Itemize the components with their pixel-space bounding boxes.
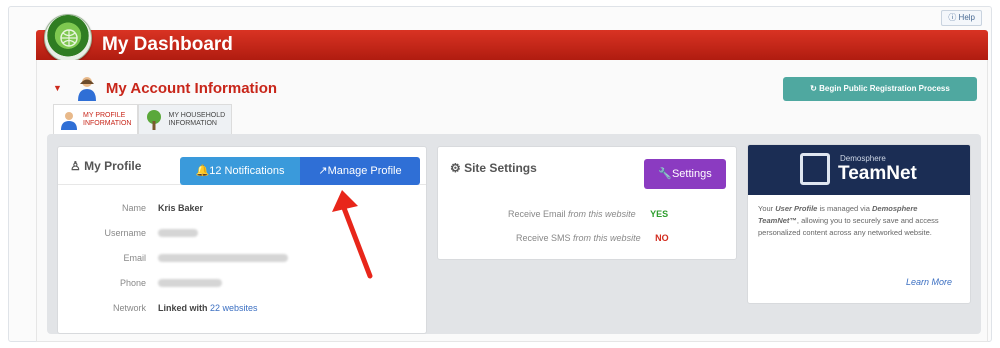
dashboard-content: ▼ My Account Information ↻ Begin Public …	[36, 60, 988, 342]
panel-area: ♙ My Profile 🔔12 Notifications ↗Manage P…	[47, 134, 981, 334]
tn-em: User Profile	[775, 204, 818, 213]
user-avatar-icon	[76, 75, 98, 101]
notifications-button[interactable]: 🔔12 Notifications	[180, 157, 300, 185]
row-label: Email	[123, 252, 146, 263]
settings-card-title-text: Site Settings	[464, 161, 537, 175]
wrench-icon: 🔧	[658, 168, 672, 180]
profile-card-title-text: My Profile	[84, 159, 142, 173]
begin-registration-button[interactable]: ↻ Begin Public Registration Process	[783, 77, 977, 101]
row-label: Name	[121, 202, 146, 213]
red-pointer-arrow-icon	[332, 190, 373, 279]
teamnet-logo-icon	[800, 153, 830, 185]
network-prefix: Linked with	[158, 302, 208, 313]
tn-text: Your	[758, 204, 774, 213]
account-tabs: MY PROFILE INFORMATION MY HOUSEHOLD INFO…	[53, 104, 233, 134]
setting-suffix: from this website	[573, 233, 641, 243]
site-settings-card: ⚙ Site Settings 🔧Settings Receive Email …	[437, 146, 737, 260]
household-tree-icon	[145, 109, 163, 130]
row-value: Linked with 22 websites	[158, 303, 258, 313]
help-label: Help	[958, 13, 975, 22]
page-title: My Dashboard	[102, 34, 233, 55]
manage-profile-label: Manage Profile	[327, 165, 402, 177]
globe-logo-icon	[44, 14, 92, 62]
arrow-right-icon: ↻	[810, 84, 820, 93]
profile-card-title: ♙ My Profile	[70, 159, 141, 173]
notifications-label: 12 Notifications	[209, 165, 285, 177]
setting-value-no: NO	[655, 233, 669, 243]
person-icon: ♙	[70, 159, 85, 173]
teamnet-card: Demosphere TeamNet Your User Profile is …	[747, 144, 971, 304]
profile-person-icon	[60, 110, 78, 130]
setting-label: Receive SMS	[516, 233, 571, 243]
manage-profile-button[interactable]: ↗Manage Profile	[300, 157, 420, 185]
collapse-caret-icon[interactable]: ▼	[53, 83, 62, 93]
gear-icon: ⚙	[450, 161, 465, 175]
help-button[interactable]: ⓘ Help	[941, 10, 982, 26]
teamnet-brand-big: TeamNet	[838, 163, 917, 184]
setting-label: Receive Email	[508, 209, 566, 219]
tab-my-profile[interactable]: MY PROFILE INFORMATION	[53, 104, 139, 134]
row-label: Network	[112, 302, 146, 313]
profile-row-network: Network Linked with 22 websites	[58, 295, 426, 320]
row-label: Phone	[119, 277, 146, 288]
tab-label-line2: INFORMATION	[168, 119, 217, 127]
tab-label-line1: MY PROFILE	[83, 111, 126, 119]
teamnet-description: Your User Profile is managed via Demosph…	[758, 203, 958, 239]
linked-websites-link[interactable]: 22 websites	[210, 303, 258, 313]
setting-value-yes: YES	[650, 209, 669, 219]
tab-my-household[interactable]: MY HOUSEHOLD INFORMATION	[138, 104, 233, 134]
tab-label-line2: INFORMATION	[83, 119, 132, 127]
external-link-icon: ↗	[318, 165, 328, 177]
teamnet-brand-small: Demosphere	[840, 154, 886, 163]
bell-icon: 🔔	[195, 165, 210, 177]
register-label: Begin Public Registration Process	[819, 84, 950, 93]
setting-suffix: from this website	[568, 209, 636, 219]
account-section-header[interactable]: ▼ My Account Information	[53, 75, 277, 101]
help-icon: ⓘ	[948, 13, 957, 22]
dashboard-header-bar: My Dashboard	[36, 30, 988, 60]
redacted-value	[158, 278, 222, 287]
row-label: Username	[104, 227, 146, 238]
learn-more-link[interactable]: Learn More	[906, 277, 952, 287]
settings-card-title: ⚙ Site Settings	[450, 161, 537, 175]
row-value: Kris Baker	[158, 202, 204, 213]
settings-label: Settings	[671, 168, 712, 180]
redacted-value	[158, 253, 288, 262]
tab-label-line1: MY HOUSEHOLD	[168, 111, 226, 119]
redacted-value	[158, 228, 198, 237]
tn-text: is managed via	[819, 204, 870, 213]
setting-row-email: Receive Email from this website YES	[508, 209, 668, 219]
settings-button[interactable]: 🔧Settings	[644, 159, 726, 189]
account-title: My Account Information	[105, 79, 278, 97]
teamnet-header: Demosphere TeamNet	[748, 145, 970, 195]
setting-row-sms: Receive SMS from this website NO	[516, 233, 669, 243]
